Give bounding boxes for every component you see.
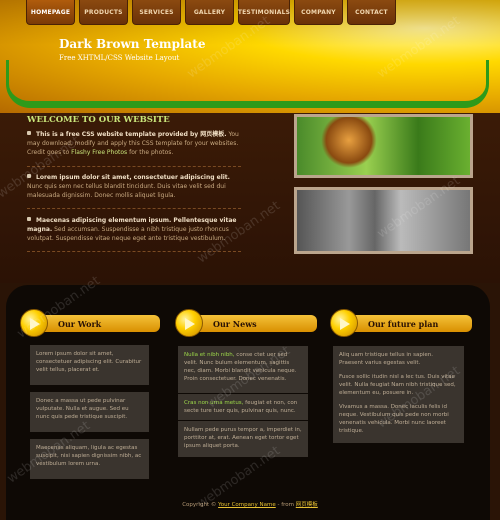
news-box-1: Nulla et nibh nibh, conse ctet uer sed v… xyxy=(178,346,308,393)
news-box-2: Cras non urna metus, feugiat et non, con… xyxy=(178,394,308,420)
footer: Copyright © Your Company Name - from 网页模… xyxy=(182,502,318,508)
welcome-paragraph-1: This is a free CSS website template prov… xyxy=(27,131,239,156)
future-plan-box: Aliq uam tristique tellus in sapien. Pra… xyxy=(333,346,464,443)
work-box-3: Maecenas aliquam, ligula ac egestas susc… xyxy=(30,439,149,479)
top-nav: HOMEPAGE PRODUCTS SERVICES GALLERY TESTI… xyxy=(26,0,396,25)
divider xyxy=(27,251,241,252)
bullet-icon xyxy=(27,131,31,135)
photos-link[interactable]: Flashy Free Photos xyxy=(71,149,127,156)
nav-item-company[interactable]: COMPANY xyxy=(294,0,343,25)
nav-item-services[interactable]: SERVICES xyxy=(132,0,181,25)
welcome-paragraph-2: Lorem ipsum dolor sit amet, consectetuer… xyxy=(27,174,230,199)
work-box-2: Donec a massa ut pede pulvinar vulputate… xyxy=(30,392,149,432)
site-title: Dark Brown Template xyxy=(59,37,206,51)
nav-item-contact[interactable]: CONTACT xyxy=(347,0,396,25)
future-plan-para-2: Fusce sollic itudin nisl a lec tus. Duis… xyxy=(339,374,456,396)
divider xyxy=(27,208,241,209)
nav-item-products[interactable]: PRODUCTS xyxy=(79,0,128,25)
site-link[interactable]: 网页模板 xyxy=(296,502,318,508)
nav-item-gallery[interactable]: GALLERY xyxy=(185,0,234,25)
header-green-border xyxy=(6,60,489,108)
work-box-1: Lorem ipsum dolor sit amet, consectetuer… xyxy=(30,345,149,385)
our-future-plan-header: Our future plan xyxy=(330,309,472,337)
our-news-header: Our News xyxy=(175,309,317,337)
plant-photo xyxy=(294,187,473,254)
divider xyxy=(27,166,241,167)
our-future-plan-title: Our future plan xyxy=(368,319,439,329)
welcome-paragraph-3: Maecenas adipiscing elementum ipsum. Pel… xyxy=(27,217,237,242)
our-work-title: Our Work xyxy=(58,319,102,329)
arrow-circle-icon xyxy=(20,309,48,337)
bullet-icon xyxy=(27,174,31,178)
arrow-circle-icon xyxy=(175,309,203,337)
page: HOMEPAGE PRODUCTS SERVICES GALLERY TESTI… xyxy=(0,0,500,520)
company-link[interactable]: Your Company Name xyxy=(218,502,276,508)
nav-item-testimonials[interactable]: TESTIMONIALS xyxy=(238,0,290,25)
bullet-icon xyxy=(27,217,31,221)
butterfly-photo xyxy=(294,114,473,178)
site-subtitle: Free XHTML/CSS Website Layout xyxy=(59,54,180,62)
future-plan-para-3: Vivamus a massa. Donec iaculis felis id … xyxy=(339,404,449,434)
arrow-circle-icon xyxy=(330,309,358,337)
our-work-header: Our Work xyxy=(20,309,160,337)
our-news-title: Our News xyxy=(213,319,257,329)
future-plan-para-1: Aliq uam tristique tellus in sapien. Pra… xyxy=(339,352,433,366)
nav-item-homepage[interactable]: HOMEPAGE xyxy=(26,0,75,25)
welcome-heading: WELCOME TO OUR WEBSITE xyxy=(27,115,170,125)
news-box-3: Nullam pede purus tempor a, imperdiet in… xyxy=(178,421,308,457)
